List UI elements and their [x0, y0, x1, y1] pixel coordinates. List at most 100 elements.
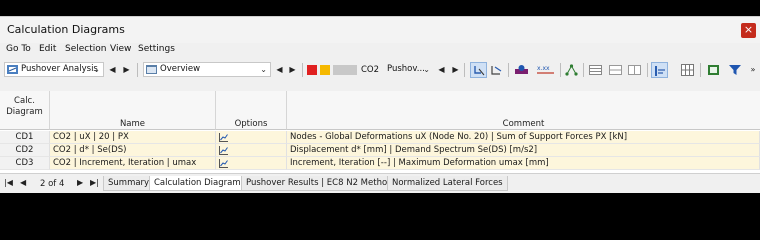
toolbar: Pushover Analysis ⌄ ◀ ▶ Overview ⌄ ◀ ▶ C… [0, 60, 760, 80]
toolbar-separator [647, 63, 648, 77]
tab-summary[interactable]: Summary [103, 176, 155, 191]
toolbar-separator [464, 63, 465, 77]
tab-calculation-diagrams[interactable]: Calculation Diagrams [149, 176, 251, 191]
diagram-name[interactable]: CO2 | uX | 20 | PX [50, 131, 216, 144]
first-page-icon[interactable]: |◀ [4, 178, 13, 187]
calculation-diagrams-table: Calc. Diagram Name Options Comment CD1 C… [0, 91, 760, 173]
calc-diagram-id: CD3 [0, 157, 50, 170]
structure-tree-icon [565, 64, 578, 76]
calc-diagram-id: CD2 [0, 144, 50, 157]
calc-diagram-header-line2: Diagram [6, 107, 43, 117]
diagram-comment[interactable]: Displacement d* [mm] | Demand Spectrum S… [287, 144, 760, 157]
load-combination-value: Pushov... [387, 64, 425, 74]
title-bar: Calculation Diagrams × [0, 17, 760, 43]
previous-analysis-icon[interactable]: ◀ [108, 64, 117, 75]
chevron-down-icon: ⌄ [260, 65, 267, 74]
options-header-label: Options [234, 119, 268, 129]
page-indicator: 2 of 4 [40, 179, 65, 189]
diagram-options-icon[interactable] [219, 133, 228, 142]
analysis-type-select[interactable]: Pushover Analysis ⌄ [4, 62, 104, 77]
numbering-button[interactable]: x.xx [535, 62, 557, 78]
menu-edit[interactable]: Edit [39, 44, 56, 54]
menu-selection[interactable]: Selection [65, 44, 106, 54]
load-case-label: CO2 [361, 65, 380, 75]
table-row[interactable]: CD1 CO2 | uX | 20 | PX Nodes - Global De… [0, 131, 760, 144]
menu-settings[interactable]: Settings [138, 44, 175, 54]
overflow-chevron-icon[interactable]: » [748, 64, 758, 75]
delete-row-button[interactable] [626, 62, 643, 78]
grey-swatch [333, 65, 357, 75]
select-node-button[interactable] [470, 62, 487, 78]
insert-row-button[interactable] [607, 62, 624, 78]
next-analysis-icon[interactable]: ▶ [122, 64, 131, 75]
diagram-options-icon[interactable] [219, 146, 228, 155]
chevron-down-icon: ⌄ [423, 65, 430, 74]
previous-page-icon[interactable]: ◀ [20, 178, 26, 187]
analysis-type-value: Pushover Analysis [21, 64, 98, 74]
filter-icon [729, 65, 741, 75]
red-swatch [307, 65, 317, 75]
window-title: Calculation Diagrams [7, 23, 125, 36]
column-header-comment[interactable]: Comment [287, 91, 760, 130]
overview-icon [146, 65, 157, 74]
insert-row-icon [609, 65, 622, 75]
toolbar-separator [137, 63, 138, 77]
select-member-button[interactable] [488, 62, 505, 78]
column-header-name[interactable]: Name [50, 91, 216, 130]
menu-go-to[interactable]: Go To [6, 44, 31, 54]
pushover-analysis-icon [7, 65, 18, 74]
grid-button[interactable] [679, 62, 696, 78]
next-view-icon[interactable]: ▶ [288, 64, 297, 75]
toolbar-separator [560, 63, 561, 77]
diagram-comment[interactable]: Nodes - Global Deformations uX (Node No.… [287, 131, 760, 144]
view-value: Overview [160, 64, 201, 74]
svg-text:x.xx: x.xx [537, 65, 550, 72]
next-combination-icon[interactable]: ▶ [451, 64, 460, 75]
name-header-label: Name [119, 119, 146, 129]
options-cell[interactable] [216, 144, 287, 157]
diagram-comment[interactable]: Increment, Iteration [--] | Maximum Defo… [287, 157, 760, 170]
calc-diagram-id: CD1 [0, 131, 50, 144]
column-header-calc-diagram[interactable]: Calc. Diagram [0, 91, 50, 130]
previous-view-icon[interactable]: ◀ [275, 64, 284, 75]
structure-button[interactable] [563, 62, 580, 78]
table-icon [589, 65, 602, 75]
chevron-down-icon: ⌄ [93, 65, 100, 74]
grid-icon [681, 64, 694, 76]
calc-diagram-header-line1: Calc. [14, 96, 35, 106]
last-page-icon[interactable]: ▶| [90, 178, 99, 187]
toolbar-separator [700, 63, 701, 77]
previous-combination-icon[interactable]: ◀ [437, 64, 446, 75]
tab-pushover-results[interactable]: Pushover Results | EC8 N2 Method [241, 176, 398, 191]
toolbar-separator [302, 63, 303, 77]
table-view-button[interactable] [587, 62, 604, 78]
options-cell[interactable] [216, 157, 287, 170]
comment-header-label: Comment [502, 119, 545, 129]
orange-swatch [320, 65, 330, 75]
select-member-icon [491, 66, 502, 75]
diagram-options-icon[interactable] [219, 159, 228, 168]
table-row[interactable]: CD2 CO2 | d* | Se(DS) Displacement d* [m… [0, 144, 760, 157]
next-page-icon[interactable]: ▶ [77, 178, 83, 187]
column-header-options[interactable]: Options [216, 91, 287, 130]
export-button[interactable] [705, 62, 722, 78]
menu-bar: Go To Edit Selection View Settings [0, 43, 760, 58]
menu-view[interactable]: View [110, 44, 131, 54]
diagram-name[interactable]: CO2 | Increment, Iteration | umax [50, 157, 216, 170]
tab-bar: |◀ ◀ 2 of 4 ▶ ▶| Summary Calculation Dia… [0, 173, 760, 193]
load-combination-select[interactable]: Pushov... ⌄ [384, 62, 434, 77]
diagram-name[interactable]: CO2 | d* | Se(DS) [50, 144, 216, 157]
delete-row-icon [628, 65, 641, 75]
show-values-button[interactable] [513, 62, 530, 78]
table-row[interactable]: CD3 CO2 | Increment, Iteration | umax In… [0, 157, 760, 170]
xxx-numbering-icon: x.xx [537, 65, 554, 74]
tab-normalized-lateral-forces[interactable]: Normalized Lateral Forces [387, 176, 508, 191]
column-chart-button[interactable] [651, 62, 668, 78]
toolbar-separator [583, 63, 584, 77]
close-button[interactable]: × [741, 23, 756, 38]
view-select[interactable]: Overview ⌄ [143, 62, 271, 77]
calculation-diagrams-window: Calculation Diagrams × Go To Edit Select… [0, 16, 760, 193]
options-cell[interactable] [216, 131, 287, 144]
export-icon [708, 65, 719, 75]
filter-button[interactable] [727, 62, 744, 78]
